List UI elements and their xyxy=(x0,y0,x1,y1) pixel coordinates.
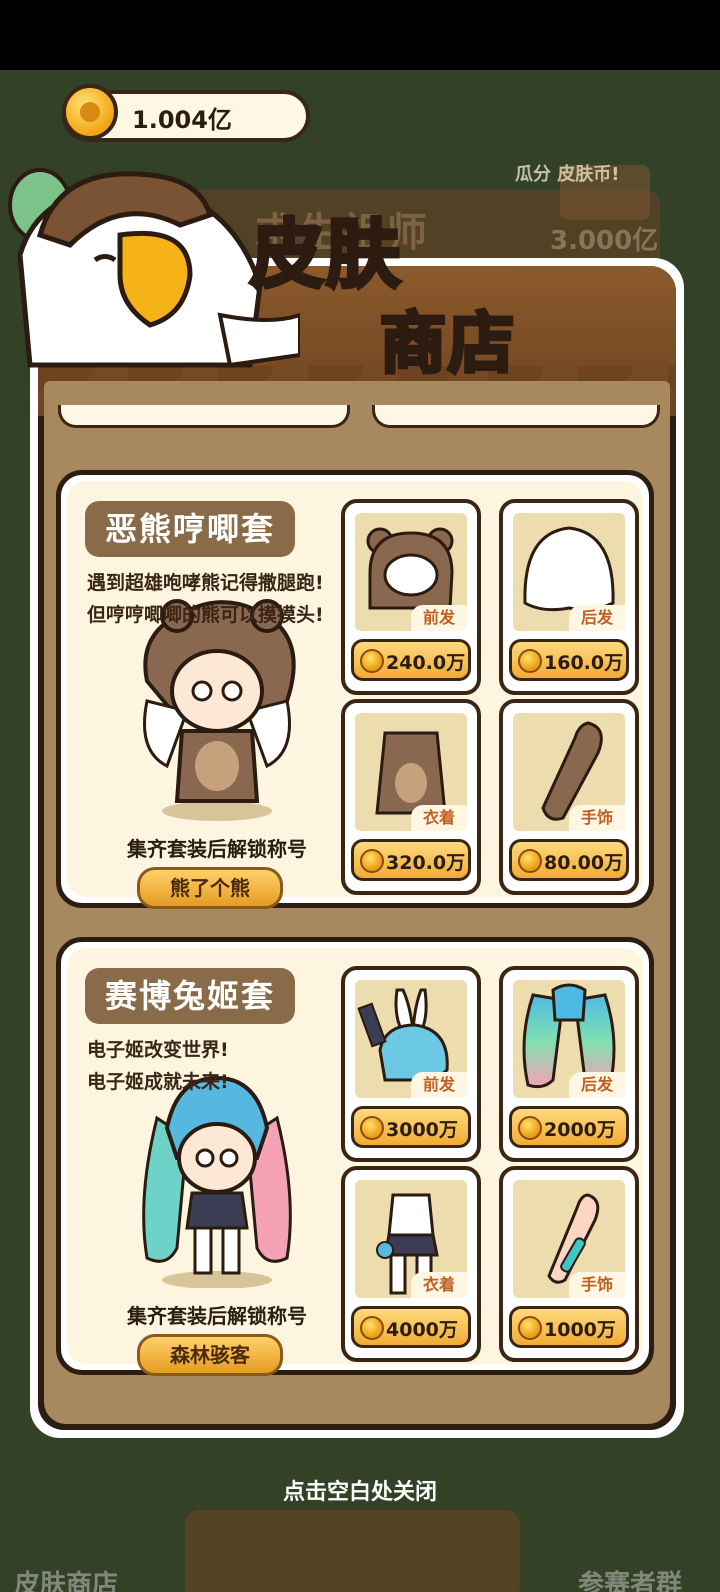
buy-button[interactable]: 4000万 xyxy=(351,1306,471,1348)
item-card[interactable]: 衣着 320.0万 xyxy=(341,699,481,895)
coin-icon xyxy=(360,849,384,873)
gradient-twin-tails-icon: 后发 xyxy=(513,980,625,1098)
buy-button[interactable]: 240.0万 xyxy=(351,639,471,681)
item-price: 80.00万 xyxy=(544,852,624,874)
reward-title-badge[interactable]: 熊了个熊 xyxy=(137,867,283,909)
slot-tag: 手饰 xyxy=(569,1272,625,1298)
item-card[interactable]: 手饰 80.00万 xyxy=(499,699,639,895)
set-title: 恶熊哼唧套 xyxy=(85,501,296,557)
coin-icon xyxy=(360,1116,384,1140)
item-price: 3000万 xyxy=(386,1119,458,1141)
bunny-ear-hair-icon: 前发 xyxy=(355,980,467,1098)
buy-button[interactable]: 1000万 xyxy=(509,1306,629,1348)
coin-icon xyxy=(518,1316,542,1340)
cyber-bunny-suit-icon: 衣着 xyxy=(355,1180,467,1298)
white-back-hair-icon: 后发 xyxy=(513,513,625,631)
buy-button[interactable]: 320.0万 xyxy=(351,839,471,881)
background-bottom-board xyxy=(185,1510,520,1592)
buy-button[interactable]: 3000万 xyxy=(351,1106,471,1148)
item-price: 240.0万 xyxy=(386,652,466,674)
bear-costume-icon: 衣着 xyxy=(355,713,467,831)
coin-icon xyxy=(518,849,542,873)
item-card[interactable]: 前发 3000万 xyxy=(341,966,481,1162)
set-description: 遇到超雄咆哮熊记得撒腿跑! 但哼哼唧唧的熊可以摸摸头! xyxy=(87,572,324,626)
item-card[interactable]: 后发 160.0万 xyxy=(499,499,639,695)
coin-icon xyxy=(360,649,384,673)
slot-tag: 前发 xyxy=(411,605,467,631)
reward-title-badge[interactable]: 森林骇客 xyxy=(137,1334,283,1376)
coin-icon xyxy=(518,1116,542,1140)
item-card[interactable]: 前发 240.0万 xyxy=(341,499,481,695)
card-inner: 恶熊哼唧套 遇到超雄咆哮熊记得撒腿跑! 但哼哼唧唧的熊可以摸摸头! 集齐套装后解… xyxy=(67,481,643,909)
buy-button[interactable]: 2000万 xyxy=(509,1106,629,1148)
card-inner: 赛博兔姬套 电子姬改变世界! 电子姬成就未来! 集齐套装后解锁称号 森林骇客 前… xyxy=(67,948,643,1376)
tab-right-sliver[interactable] xyxy=(372,405,660,428)
set-title: 赛博兔姬套 xyxy=(85,968,296,1024)
slot-tag: 衣着 xyxy=(411,805,467,831)
bear-hood-hair-icon: 前发 xyxy=(355,513,467,631)
bear-paw-arm-icon: 手饰 xyxy=(513,713,625,831)
unlock-hint: 集齐套装后解锁称号 xyxy=(127,837,307,861)
participants-group-button[interactable]: 参赛者群 xyxy=(578,1564,682,1592)
slot-tag: 后发 xyxy=(569,605,625,631)
status-bar xyxy=(0,0,720,70)
item-price: 2000万 xyxy=(544,1119,616,1141)
item-price: 4000万 xyxy=(386,1319,458,1341)
unlock-hint: 集齐套装后解锁称号 xyxy=(127,1304,307,1328)
cyber-arm-bracelet-icon: 手饰 xyxy=(513,1180,625,1298)
item-price: 320.0万 xyxy=(386,852,466,874)
set-description: 电子姬改变世界! 电子姬成就未来! xyxy=(87,1039,229,1093)
skin-set-card-bear: 恶熊哼唧套 遇到超雄咆哮熊记得撒腿跑! 但哼哼唧唧的熊可以摸摸头! 集齐套装后解… xyxy=(56,470,654,909)
slot-tag: 衣着 xyxy=(411,1272,467,1298)
background-side-value: 3.000亿 xyxy=(550,226,659,256)
slot-tag: 后发 xyxy=(569,1072,625,1098)
coin-balance: 1.004亿 xyxy=(62,84,310,142)
buy-button[interactable]: 80.00万 xyxy=(509,839,629,881)
coin-amount: 1.004亿 xyxy=(132,106,232,134)
background-side-title: 瓜分 皮肤币! xyxy=(515,164,620,185)
tab-left-sliver[interactable] xyxy=(58,405,350,428)
coin-icon xyxy=(62,84,118,140)
coin-icon xyxy=(518,649,542,673)
close-hint[interactable]: 点击空白处关闭 xyxy=(0,1474,720,1506)
shop-title-line1: 皮肤 xyxy=(248,210,402,300)
item-card[interactable]: 衣着 4000万 xyxy=(341,1166,481,1362)
slot-tag: 手饰 xyxy=(569,805,625,831)
skin-set-card-cyber-bunny: 赛博兔姬套 电子姬改变世界! 电子姬成就未来! 集齐套装后解锁称号 森林骇客 前… xyxy=(56,937,654,1376)
coin-icon xyxy=(360,1316,384,1340)
item-price: 1000万 xyxy=(544,1319,616,1341)
item-price: 160.0万 xyxy=(544,652,624,674)
skin-shop-button[interactable]: 皮肤商店 xyxy=(14,1564,118,1592)
buy-button[interactable]: 160.0万 xyxy=(509,639,629,681)
item-card[interactable]: 手饰 1000万 xyxy=(499,1166,639,1362)
item-card[interactable]: 后发 2000万 xyxy=(499,966,639,1162)
shop-title-line2: 商店 xyxy=(378,303,516,384)
slot-tag: 前发 xyxy=(411,1072,467,1098)
